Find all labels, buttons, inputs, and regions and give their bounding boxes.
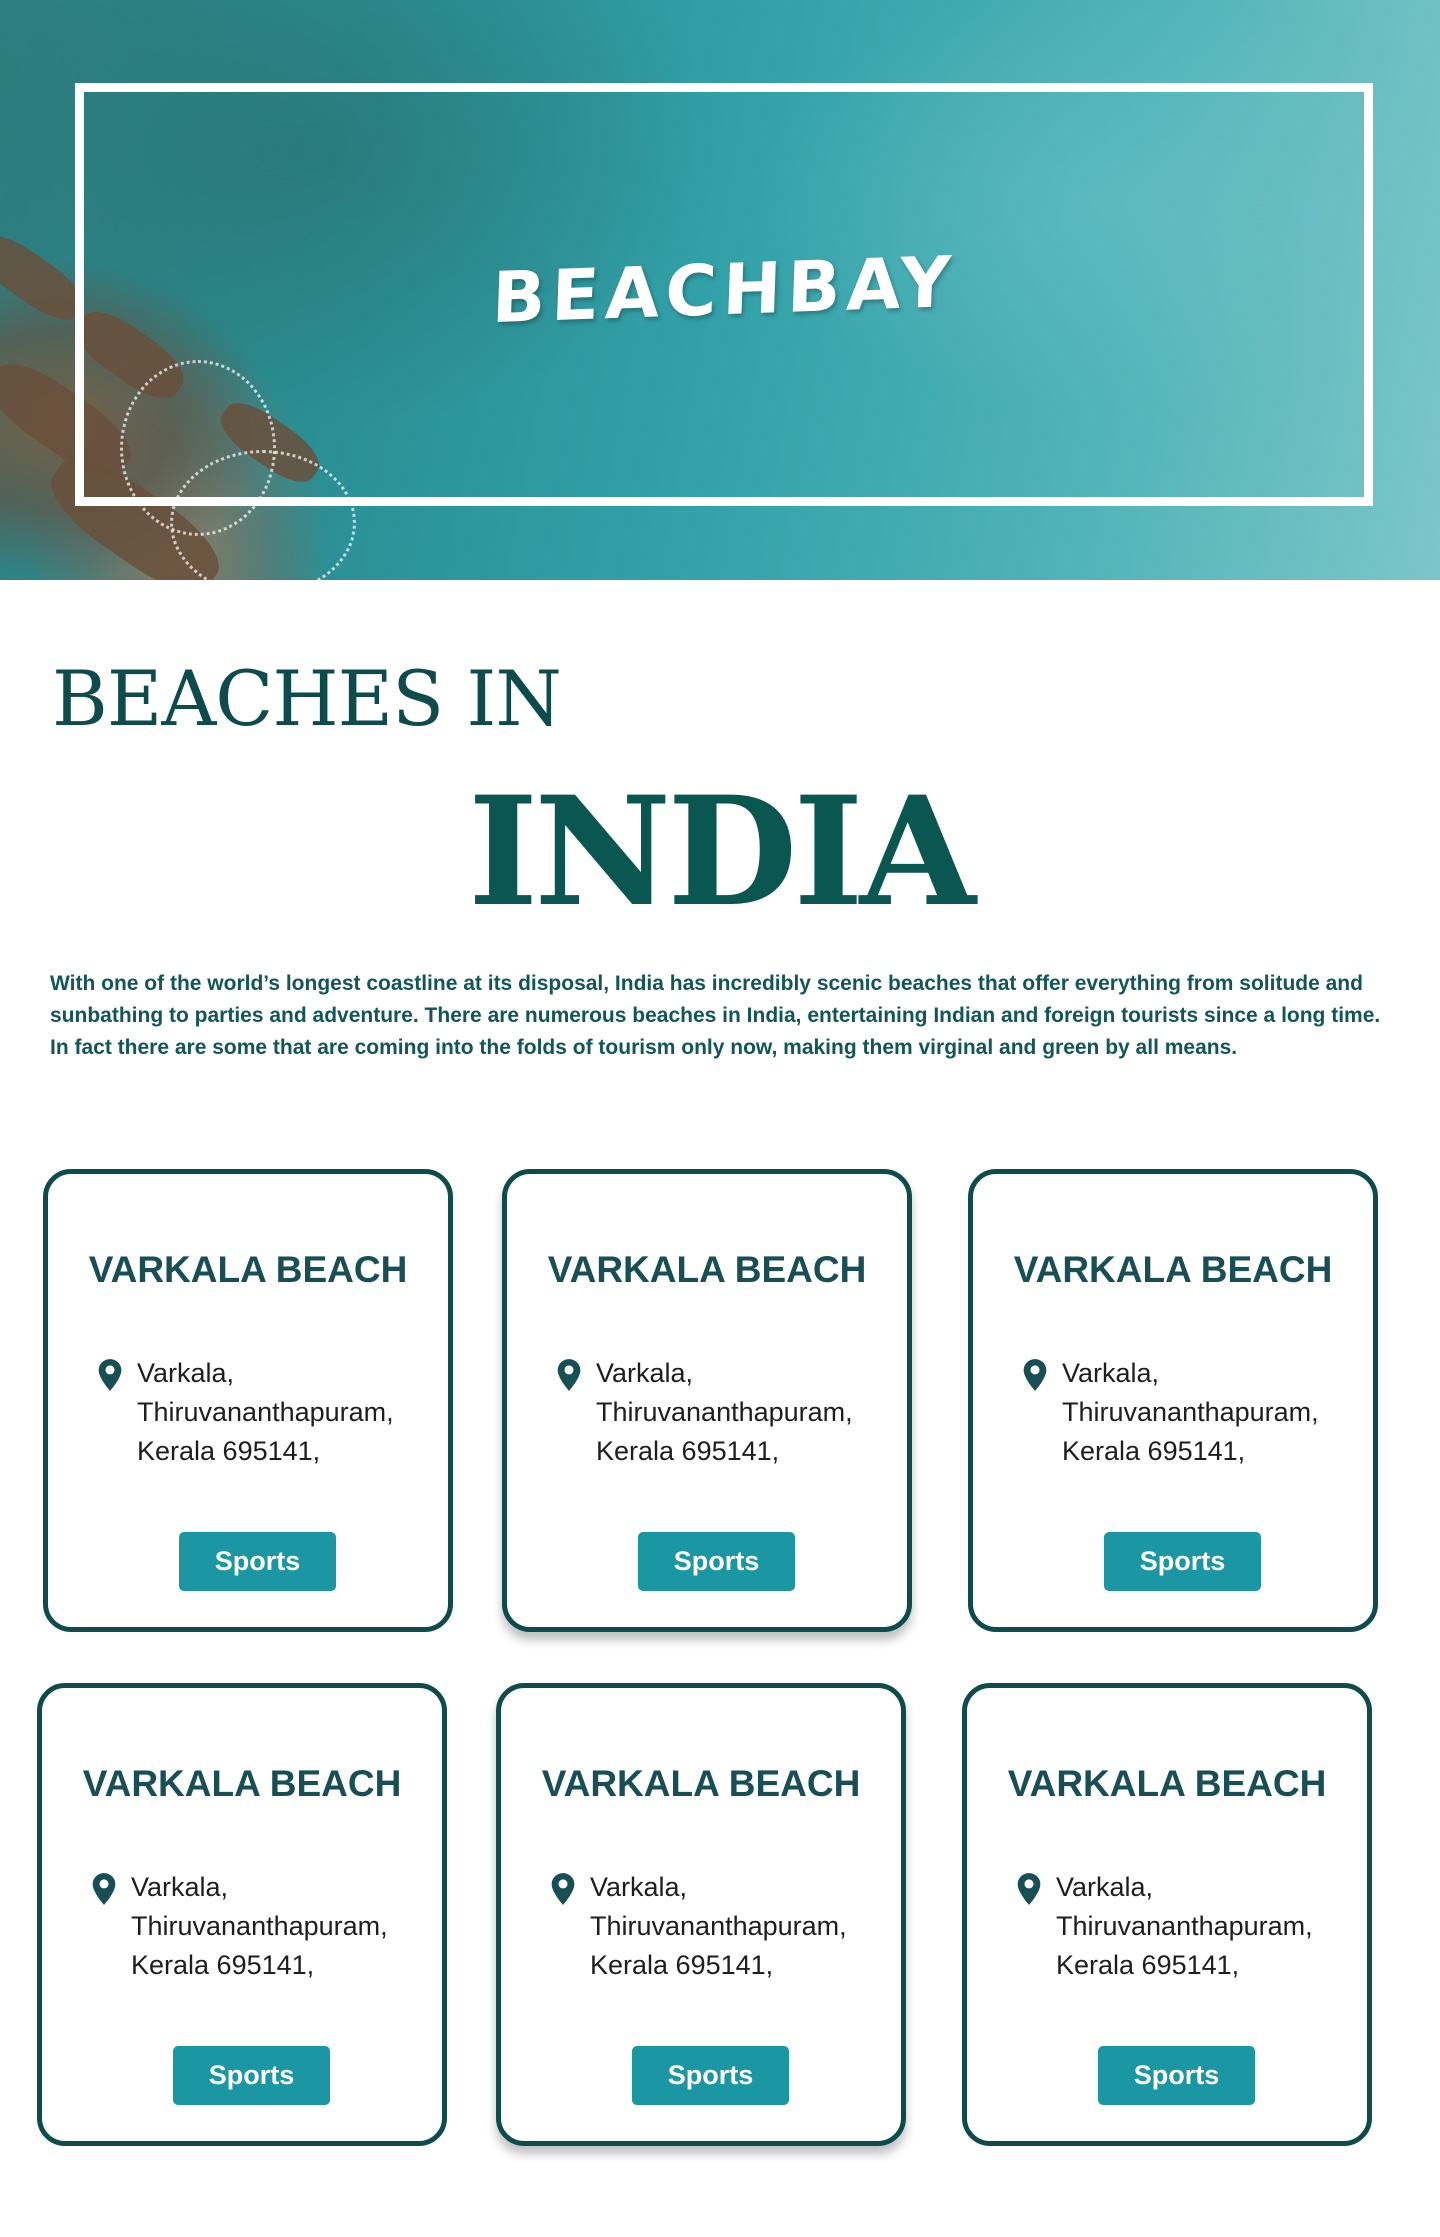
location-pin-icon [557, 1359, 581, 1391]
beach-card-address: Varkala, Thiruvananthapuram, Kerala 6951… [1056, 1868, 1313, 1985]
location-pin-icon [551, 1873, 575, 1905]
beach-card: VARKALA BEACH Varkala, Thiruvananthapura… [502, 1169, 912, 1632]
address-line: Kerala 695141, [1056, 1950, 1240, 1980]
address-line: Thiruvananthapuram, [137, 1397, 394, 1427]
sports-button[interactable]: Sports [173, 2046, 330, 2105]
beach-card-title: VARKALA BEACH [82, 1763, 402, 1804]
address-line: Kerala 695141, [131, 1950, 315, 1980]
beach-card-address: Varkala, Thiruvananthapuram, Kerala 6951… [137, 1354, 394, 1471]
section-heading-big: INDIA [468, 764, 976, 940]
beach-card-title: VARKALA BEACH [88, 1249, 408, 1290]
beach-card-title: VARKALA BEACH [1013, 1249, 1333, 1290]
hero-frame: BEACHBAY [75, 83, 1373, 506]
sports-button[interactable]: Sports [638, 1532, 795, 1591]
beach-card: VARKALA BEACH Varkala, Thiruvananthapura… [968, 1169, 1378, 1632]
address-line: Varkala, [596, 1358, 694, 1388]
sports-button[interactable]: Sports [1104, 1532, 1261, 1591]
intro-paragraph: With one of the world’s longest coastlin… [50, 972, 1381, 1059]
beach-card: VARKALA BEACH Varkala, Thiruvananthapura… [962, 1683, 1372, 2146]
address-line: Kerala 695141, [1062, 1436, 1246, 1466]
address-line: Kerala 695141, [590, 1950, 774, 1980]
sports-button[interactable]: Sports [179, 1532, 336, 1591]
location-pin-icon [1023, 1359, 1047, 1391]
beach-card: VARKALA BEACH Varkala, Thiruvananthapura… [496, 1683, 906, 2146]
beach-card: VARKALA BEACH Varkala, Thiruvananthapura… [37, 1683, 447, 2146]
location-pin-icon [92, 1873, 116, 1905]
address-line: Varkala, [137, 1358, 235, 1388]
address-line: Varkala, [590, 1872, 688, 1902]
address-line: Thiruvananthapuram, [1062, 1397, 1319, 1427]
hero-banner: BEACHBAY [0, 0, 1440, 580]
location-pin-icon [98, 1359, 122, 1391]
beach-card-address: Varkala, Thiruvananthapuram, Kerala 6951… [131, 1868, 388, 1985]
beach-card-title: VARKALA BEACH [541, 1763, 861, 1804]
beach-card-address: Varkala, Thiruvananthapuram, Kerala 6951… [596, 1354, 853, 1471]
address-line: Thiruvananthapuram, [131, 1911, 388, 1941]
location-pin-icon [1017, 1873, 1041, 1905]
section-heading-small: BEACHES IN [52, 654, 562, 743]
address-line: Thiruvananthapuram, [1056, 1911, 1313, 1941]
beach-card-title: VARKALA BEACH [547, 1249, 867, 1290]
sports-button[interactable]: Sports [632, 2046, 789, 2105]
address-line: Thiruvananthapuram, [590, 1911, 847, 1941]
address-line: Varkala, [1056, 1872, 1154, 1902]
beach-card-address: Varkala, Thiruvananthapuram, Kerala 6951… [1062, 1354, 1319, 1471]
sports-button[interactable]: Sports [1098, 2046, 1255, 2105]
beach-card: VARKALA BEACH Varkala, Thiruvananthapura… [43, 1169, 453, 1632]
address-line: Kerala 695141, [137, 1436, 321, 1466]
address-line: Varkala, [1062, 1358, 1160, 1388]
beach-card-title: VARKALA BEACH [1007, 1763, 1327, 1804]
brand-logo[interactable]: BEACHBAY [490, 240, 957, 338]
beach-card-address: Varkala, Thiruvananthapuram, Kerala 6951… [590, 1868, 847, 1985]
address-line: Kerala 695141, [596, 1436, 780, 1466]
address-line: Thiruvananthapuram, [596, 1397, 853, 1427]
address-line: Varkala, [131, 1872, 229, 1902]
